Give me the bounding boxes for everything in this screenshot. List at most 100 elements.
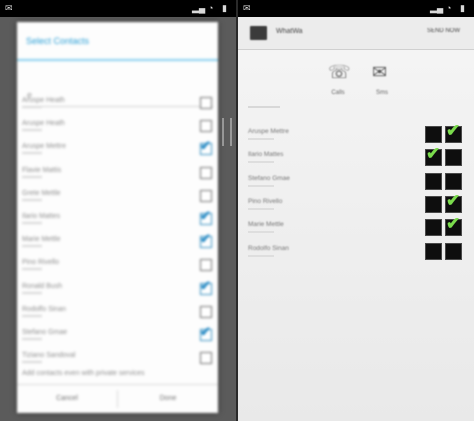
contact-option[interactable]: Flavie Mattis: [17, 164, 218, 187]
contact-checkbox[interactable]: [200, 120, 212, 133]
sms-toggle[interactable]: [445, 149, 462, 167]
contact-checkbox[interactable]: [200, 259, 212, 272]
recipient-name: Pino Rivello: [248, 197, 283, 205]
contact-detail: [22, 175, 42, 178]
check-icon: ✔: [200, 231, 211, 247]
contact-option[interactable]: Aruspe Heath: [17, 94, 218, 117]
action-bar: WhatWa SEND NOW: [238, 17, 474, 50]
contact-checkbox[interactable]: [200, 305, 212, 318]
contact-name: Tiziano Sandoval: [22, 352, 76, 360]
contact-option[interactable]: Stefano Gmae ✔: [17, 325, 218, 349]
send-action[interactable]: SEND NOW: [427, 28, 460, 34]
title-divider: [17, 59, 218, 61]
sms-toggle[interactable]: ✔: [445, 191, 462, 213]
contact-checkbox[interactable]: ✔: [200, 139, 212, 156]
recipient-name: Rodolfo Sinan: [248, 244, 289, 252]
contact-detail: [22, 106, 42, 108]
contact-checkbox[interactable]: [200, 352, 212, 365]
recipient-row: Ilario Mattes ✔: [238, 144, 474, 172]
contact-detail: [22, 268, 42, 271]
contact-detail: [22, 198, 42, 201]
main-content: ☏ Calls ✉ Sms Aruspe Mettre ✔ Ilario Matte…: [238, 50, 474, 421]
contact-detail: [22, 245, 42, 248]
recipient-name: Marie Mettle: [248, 221, 284, 229]
contact-checkbox[interactable]: [200, 97, 212, 109]
contact-name: Rodolfo Sinan: [22, 305, 66, 313]
tile-label: Sms: [376, 90, 388, 96]
contact-checkbox[interactable]: [200, 166, 212, 179]
contact-checkbox[interactable]: ✔: [200, 232, 212, 249]
done-button[interactable]: Done: [118, 385, 218, 413]
dialog-title: Select Contacts: [26, 36, 90, 46]
battery-icon: ▮: [222, 3, 227, 13]
contact-option[interactable]: Grete Mettle: [17, 187, 218, 210]
app-title: WhatWa: [276, 28, 303, 35]
contact-option[interactable]: Aruspe Mettre ✔: [17, 139, 218, 163]
right-screen: ✉ ▂▄ ◔ ▮ WhatWa SEND NOW ☏ Calls ✉ Sms A…: [238, 0, 474, 421]
sms-tile[interactable]: ✉ Sms: [362, 60, 402, 100]
contact-name: Flavie Mattis: [22, 166, 62, 174]
calls-toggle[interactable]: [425, 219, 442, 237]
contact-select-dialog: Select Contacts e Aruspe Heath Aruspe Hea…: [17, 22, 218, 413]
calls-toggle[interactable]: [425, 126, 442, 143]
contact-checkbox[interactable]: ✔: [200, 325, 212, 341]
contact-name: Marie Mettle: [22, 236, 61, 244]
recipient-name: Stefano Gmae: [248, 174, 290, 182]
check-icon: ✔: [446, 214, 461, 234]
contact-option[interactable]: Tiziano Sandoval: [17, 349, 218, 372]
signal-icon: ▂▄: [192, 3, 206, 13]
calls-toggle[interactable]: ✔: [425, 144, 442, 167]
calls-tile[interactable]: ☏ Calls: [318, 60, 358, 100]
recipient-name: Ilario Mattes: [248, 151, 284, 159]
contact-checkbox[interactable]: ✔: [200, 278, 212, 295]
contact-detail: [22, 338, 42, 340]
notification-icon: ✉: [5, 3, 13, 13]
contact-option[interactable]: Aruspe Heath: [17, 117, 218, 140]
check-icon: ✔: [200, 324, 211, 339]
contact-option[interactable]: Ronald Bush ✔: [17, 278, 218, 303]
scroll-handle[interactable]: [222, 118, 232, 146]
contact-option[interactable]: Ilario Mattes ✔: [17, 209, 218, 233]
sms-toggle[interactable]: ✔: [445, 214, 462, 237]
contact-name: Aruspe Heath: [22, 97, 65, 104]
calls-toggle[interactable]: [425, 242, 442, 260]
recipient-detail: [248, 161, 274, 164]
phone-icon: ☏: [328, 62, 351, 82]
calls-toggle[interactable]: [425, 172, 442, 190]
check-icon: ✔: [426, 144, 441, 164]
check-icon: ✔: [446, 121, 461, 140]
sms-toggle[interactable]: [445, 242, 462, 260]
app-icon[interactable]: [250, 26, 267, 40]
recipient-row: Pino Rivello ✔: [238, 191, 474, 219]
recipient-detail: [248, 207, 274, 210]
section-divider: [248, 106, 280, 108]
contact-option[interactable]: Marie Mettle ✔: [17, 232, 218, 256]
battery-icon: ▮: [460, 3, 465, 13]
contact-checkbox[interactable]: [200, 189, 212, 202]
recipient-detail: [248, 254, 274, 257]
contact-option[interactable]: Pino Rivello: [17, 256, 218, 279]
check-icon: ✔: [200, 208, 211, 223]
notification-icon: ✉: [243, 3, 251, 13]
contact-detail: [22, 291, 42, 294]
footer-note: Add contacts even with private services: [22, 370, 145, 377]
recipient-detail: [248, 184, 274, 187]
contact-detail: [22, 222, 42, 224]
contact-detail: [22, 314, 42, 317]
wifi-icon: ◔: [208, 3, 214, 13]
contact-detail: [22, 152, 42, 155]
sms-icon: ✉: [372, 62, 388, 82]
cancel-button[interactable]: Cancel: [17, 385, 117, 413]
contact-name: Aruspe Mettre: [22, 143, 66, 151]
contact-option[interactable]: Rodolfo Sinan: [17, 303, 218, 326]
contact-name: Stefano Gmae: [22, 329, 68, 336]
contact-checkbox[interactable]: ✔: [200, 209, 212, 225]
contact-detail: [22, 129, 42, 132]
signal-icon: ▂▄: [430, 3, 444, 13]
sms-toggle[interactable]: ✔: [445, 121, 462, 143]
recipient-row: Stefano Gmae: [238, 172, 474, 196]
sms-toggle[interactable]: [445, 172, 462, 190]
contact-name: Ilario Mattes: [22, 213, 61, 220]
calls-toggle[interactable]: [425, 195, 442, 213]
contact-name: Grete Mettle: [22, 189, 61, 197]
